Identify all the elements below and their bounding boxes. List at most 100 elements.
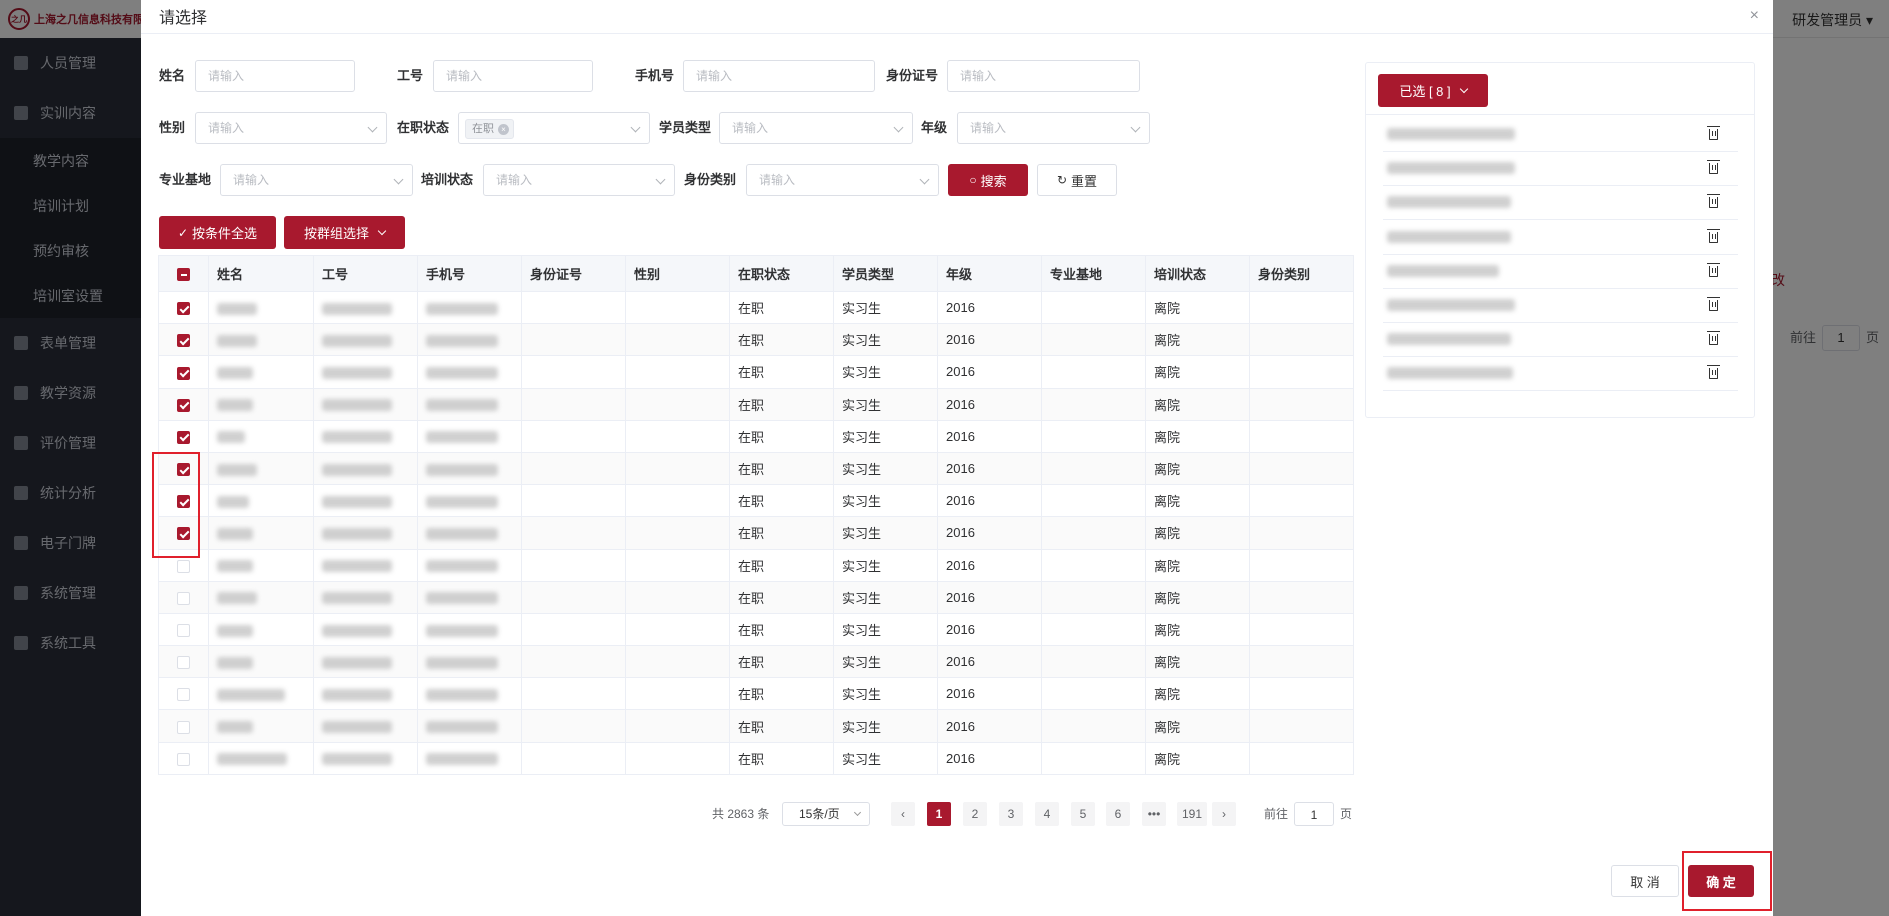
search-button[interactable]: ○ 搜索 — [948, 164, 1028, 196]
cell-name — [208, 323, 314, 357]
row-checkbox[interactable] — [177, 688, 190, 702]
row-checkbox-cell[interactable] — [158, 709, 209, 743]
page-button[interactable]: 2 — [963, 802, 987, 826]
select-all-by-condition-button[interactable]: ✓ 按条件全选 — [159, 216, 276, 249]
row-checkbox-cell[interactable] — [158, 323, 209, 357]
status-select[interactable]: 在职 × — [458, 112, 650, 144]
cell-gender — [625, 645, 730, 679]
reset-button-label: 重置 — [1071, 173, 1098, 189]
identity-select[interactable]: 请输入 — [746, 164, 939, 196]
select-all-cell[interactable] — [158, 255, 209, 292]
row-checkbox[interactable] — [177, 430, 190, 444]
page-size-value: 15条/页 — [799, 807, 840, 821]
row-checkbox[interactable] — [177, 591, 190, 605]
table-row[interactable]: 在职 实习生 2016 离院 — [158, 419, 1354, 453]
row-checkbox[interactable] — [177, 334, 190, 348]
more-pages-icon[interactable]: ••• — [1142, 802, 1166, 826]
row-checkbox[interactable] — [177, 656, 190, 670]
trash-icon[interactable] — [1707, 331, 1720, 346]
jobno-input[interactable]: 请输入 — [433, 60, 593, 92]
page-size-select[interactable]: 15条/页 — [782, 802, 870, 826]
pager-total: 共 2863 条 — [712, 807, 770, 821]
page-button[interactable]: 4 — [1035, 802, 1059, 826]
name-input[interactable]: 请输入 — [195, 60, 355, 92]
phone-input[interactable]: 请输入 — [683, 60, 875, 92]
trainee-type-select[interactable]: 请输入 — [719, 112, 913, 144]
table-row[interactable]: 在职 实习生 2016 离院 — [158, 290, 1354, 325]
table-row[interactable]: 在职 实习生 2016 离院 — [158, 387, 1354, 421]
reset-button[interactable]: ↻ 重置 — [1037, 164, 1117, 196]
row-checkbox-cell[interactable] — [158, 580, 209, 614]
page-button[interactable]: 3 — [999, 802, 1023, 826]
cell-phone — [417, 580, 522, 614]
page-button[interactable]: 191 — [1177, 802, 1207, 826]
base-select[interactable]: 请输入 — [220, 164, 413, 196]
table-row[interactable]: 在职 实习生 2016 离院 — [158, 484, 1354, 518]
row-checkbox-cell[interactable] — [158, 612, 209, 647]
select-by-group-button[interactable]: 按群组选择 — [284, 216, 405, 249]
row-checkbox[interactable] — [177, 624, 190, 637]
cell-idcard — [521, 677, 626, 711]
page-button[interactable]: 5 — [1071, 802, 1095, 826]
close-icon[interactable]: × — [1750, 7, 1759, 25]
chevron-down-icon — [893, 122, 904, 133]
cell-name — [208, 419, 314, 453]
table-row[interactable]: 在职 实习生 2016 离院 — [158, 355, 1354, 389]
table-row[interactable]: 在职 实习生 2016 离院 — [158, 645, 1354, 679]
idcard-input[interactable]: 请输入 — [947, 60, 1140, 92]
page-button[interactable]: 6 — [1106, 802, 1130, 826]
table-row[interactable]: 在职 实习生 2016 离院 — [158, 677, 1354, 711]
page-button[interactable]: 1 — [927, 802, 951, 826]
grade-select[interactable]: 请输入 — [957, 112, 1150, 144]
trash-icon[interactable] — [1707, 297, 1720, 311]
redacted-text — [426, 334, 498, 347]
prev-page-button[interactable]: ‹ — [891, 802, 915, 826]
table-row[interactable]: 在职 实习生 2016 离院 — [158, 451, 1354, 486]
gender-select[interactable]: 请输入 — [195, 112, 387, 144]
row-checkbox-cell[interactable] — [158, 645, 209, 679]
cell-train-status: 离院 — [1145, 548, 1250, 582]
row-checkbox-cell[interactable] — [158, 741, 209, 775]
trash-icon[interactable] — [1707, 228, 1720, 243]
row-checkbox[interactable] — [177, 752, 190, 766]
table-row[interactable]: 在职 实习生 2016 离院 — [158, 516, 1354, 550]
cancel-button[interactable]: 取 消 — [1611, 865, 1679, 897]
row-checkbox[interactable] — [177, 398, 190, 412]
table-row[interactable]: 在职 实习生 2016 离院 — [158, 323, 1354, 357]
selected-item — [1383, 221, 1738, 255]
trash-icon[interactable] — [1707, 194, 1720, 209]
cell-identity — [1249, 355, 1354, 389]
cell-type: 实习生 — [833, 580, 938, 614]
cell-jobno — [313, 548, 418, 582]
table-row[interactable]: 在职 实习生 2016 离院 — [158, 709, 1354, 743]
table-row[interactable]: 在职 实习生 2016 离院 — [158, 580, 1354, 614]
cell-grade: 2016 — [937, 355, 1042, 389]
table-row[interactable]: 在职 实习生 2016 离院 — [158, 612, 1354, 647]
redacted-text — [217, 656, 253, 669]
selected-toggle-button[interactable]: 已选 [ 8 ] — [1378, 74, 1488, 107]
row-checkbox[interactable] — [177, 559, 190, 573]
trash-icon[interactable] — [1707, 365, 1720, 380]
redacted-text — [1387, 128, 1515, 140]
cell-grade: 2016 — [937, 548, 1042, 582]
trash-icon[interactable] — [1707, 262, 1720, 277]
redacted-text — [426, 624, 498, 637]
next-page-button[interactable]: › — [1212, 802, 1236, 826]
row-checkbox[interactable] — [177, 302, 190, 316]
tag-close-icon[interactable]: × — [498, 123, 509, 135]
row-checkbox-cell[interactable] — [158, 419, 209, 453]
row-checkbox-cell[interactable] — [158, 290, 209, 325]
row-checkbox-cell[interactable] — [158, 355, 209, 389]
row-checkbox[interactable] — [177, 720, 190, 734]
select-all-checkbox[interactable] — [177, 268, 190, 282]
row-checkbox-cell[interactable] — [158, 677, 209, 711]
goto-input[interactable]: 1 — [1294, 802, 1335, 826]
table-row[interactable]: 在职 实习生 2016 离院 — [158, 741, 1354, 775]
table-row[interactable]: 在职 实习生 2016 离院 — [158, 548, 1354, 582]
trash-icon[interactable] — [1707, 160, 1720, 175]
cell-name — [208, 355, 314, 389]
row-checkbox-cell[interactable] — [158, 387, 209, 421]
train-status-select[interactable]: 请输入 — [483, 164, 675, 196]
row-checkbox[interactable] — [177, 366, 190, 380]
trash-icon[interactable] — [1707, 126, 1720, 140]
